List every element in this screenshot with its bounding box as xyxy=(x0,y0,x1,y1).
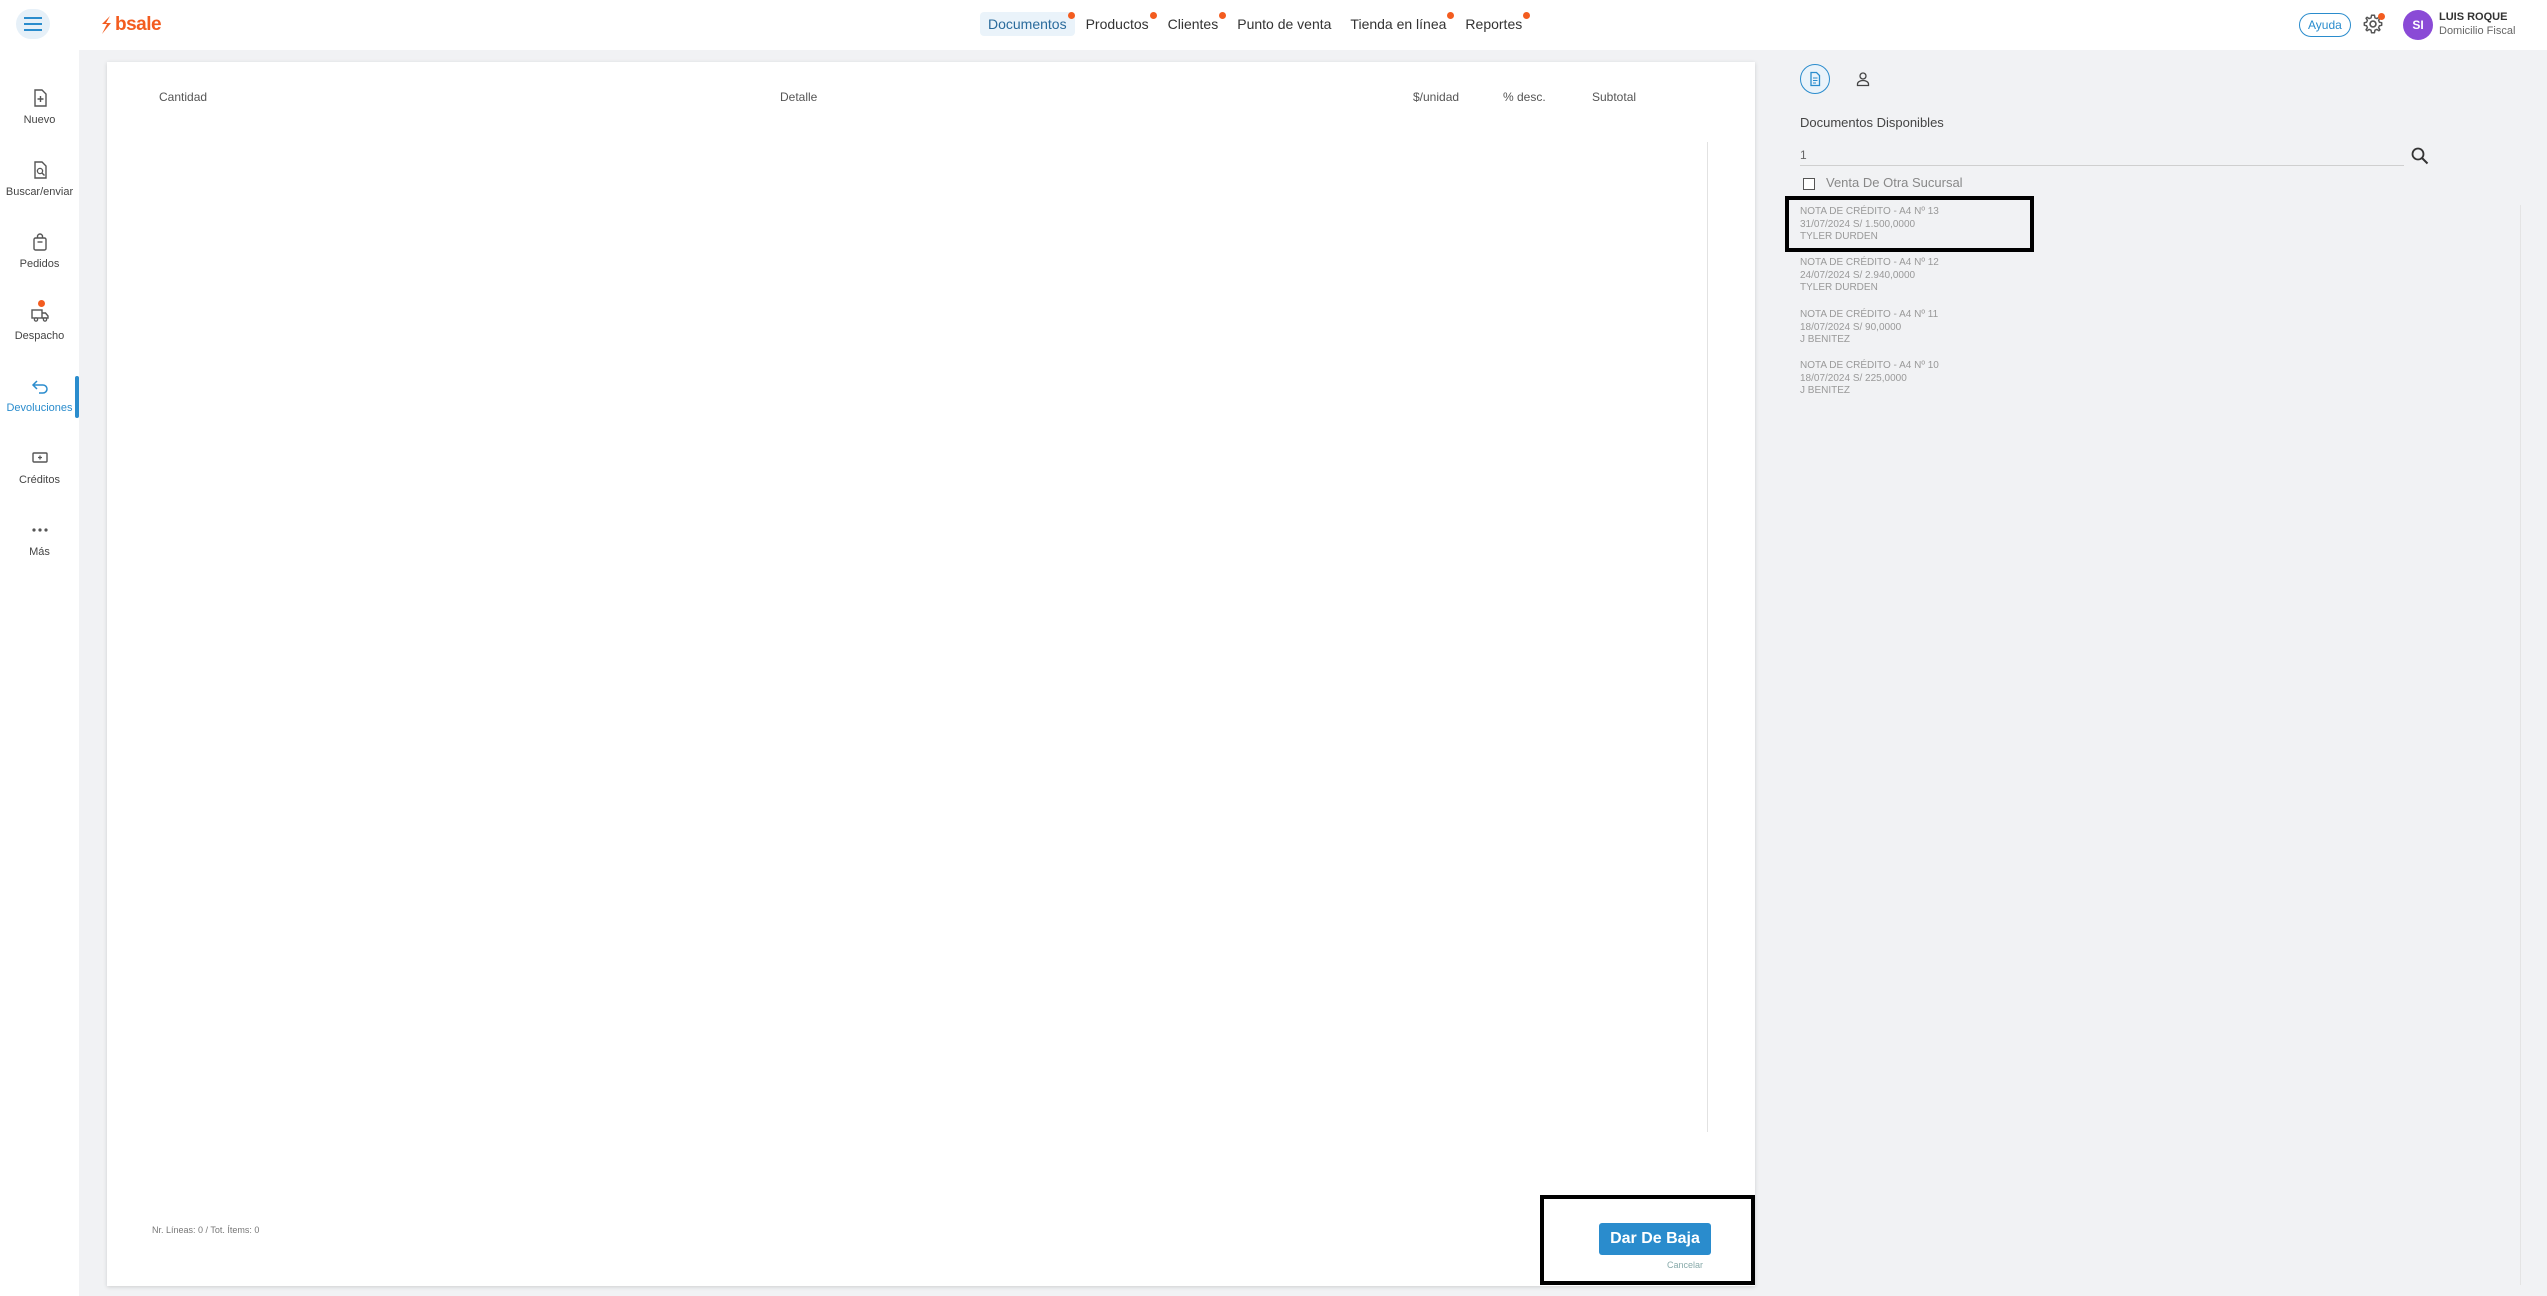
notification-dot xyxy=(2378,13,2385,20)
truck-icon xyxy=(30,309,49,322)
brand-logo[interactable]: bsale xyxy=(100,14,162,36)
sidebar-item-label: Nuevo xyxy=(23,114,56,126)
document-meta: 24/07/2024 S/ 2.940,0000 xyxy=(1800,269,1916,281)
sidebar-item-devoluciones[interactable]: Devoluciones xyxy=(0,360,79,430)
sidebar-item-creditos[interactable]: Créditos xyxy=(0,432,79,502)
document-list-scrollbar[interactable] xyxy=(2520,205,2521,1285)
document-title: NOTA DE CRÉDITO - A4 Nº 10 xyxy=(1800,360,1939,371)
notification-dot xyxy=(1523,12,1531,19)
nav-documentos[interactable]: Documentos xyxy=(980,12,1075,36)
tab-documents[interactable] xyxy=(1800,64,1830,94)
nav-productos[interactable]: Productos xyxy=(1078,12,1157,36)
help-button[interactable]: Ayuda xyxy=(2299,13,2351,37)
document-search-input[interactable] xyxy=(1800,144,2404,166)
nav-label: Documentos xyxy=(988,16,1067,32)
column-header-descuento: % desc. xyxy=(1503,90,1546,104)
sidebar-item-pedidos[interactable]: Pedidos xyxy=(0,216,79,286)
table-scrollbar[interactable] xyxy=(1707,142,1708,1132)
nav-punto-de-venta[interactable]: Punto de venta xyxy=(1229,12,1339,36)
sidebar-item-buscar-enviar[interactable]: Buscar/enviar xyxy=(0,144,79,214)
available-documents-title: Documentos Disponibles xyxy=(1800,115,1944,130)
return-arrow-icon xyxy=(31,380,48,394)
notification-dot xyxy=(1149,12,1157,19)
document-icon xyxy=(1810,71,1821,87)
sidebar-item-label: Más xyxy=(29,546,50,558)
more-dots-icon xyxy=(31,528,48,532)
other-branch-checkbox-label[interactable]: Venta De Otra Sucursal xyxy=(1826,175,1963,190)
logo-mark-icon xyxy=(102,16,111,34)
sidebar-item-mas[interactable]: Más xyxy=(0,504,79,574)
document-client: J BENITEZ xyxy=(1800,385,1851,396)
notification-dot xyxy=(1447,12,1455,19)
nav-tienda-en-linea[interactable]: Tienda en línea xyxy=(1342,12,1455,36)
column-header-precio-unidad: $/unidad xyxy=(1413,90,1460,104)
document-title: NOTA DE CRÉDITO - A4 Nº 11 xyxy=(1800,309,1939,320)
nav-label: Tienda en línea xyxy=(1350,16,1447,32)
document-client: TYLER DURDEN xyxy=(1800,231,1878,242)
notification-dot xyxy=(1219,12,1227,19)
column-header-subtotal: Subtotal xyxy=(1592,90,1637,104)
sidebar-item-nuevo[interactable]: Nuevo xyxy=(0,72,79,142)
sidebar-item-label: Despacho xyxy=(14,330,65,342)
document-list-item[interactable]: NOTA DE CRÉDITO - A4 Nº 13 31/07/2024 S/… xyxy=(1800,206,2040,244)
user-name[interactable]: LUIS ROQUE xyxy=(2439,11,2507,23)
nav-reportes[interactable]: Reportes xyxy=(1457,12,1531,36)
sidebar-item-label: Buscar/enviar xyxy=(5,186,74,198)
nav-label: Productos xyxy=(1085,16,1149,32)
cancel-link[interactable]: Cancelar xyxy=(1667,1260,1703,1270)
document-meta: 18/07/2024 S/ 90,0000 xyxy=(1800,321,1902,333)
document-list-item[interactable]: NOTA DE CRÉDITO - A4 Nº 12 24/07/2024 S/… xyxy=(1800,257,2040,295)
document-meta: 18/07/2024 S/ 225,0000 xyxy=(1800,372,1907,384)
document-client: TYLER DURDEN xyxy=(1800,282,1878,293)
column-header-detalle: Detalle xyxy=(780,90,818,104)
notification-dot xyxy=(38,300,45,307)
nav-label: Clientes xyxy=(1167,16,1219,32)
tab-client[interactable] xyxy=(1850,66,1876,92)
document-title: NOTA DE CRÉDITO - A4 Nº 13 xyxy=(1800,206,1939,217)
brand-name: bsale xyxy=(115,14,162,35)
other-branch-checkbox[interactable] xyxy=(1803,178,1815,190)
avatar[interactable]: SI xyxy=(2403,10,2433,40)
dar-de-baja-button[interactable]: Dar De Baja xyxy=(1599,1223,1711,1255)
nav-label: Reportes xyxy=(1465,16,1523,32)
user-icon xyxy=(1856,72,1870,87)
menu-button[interactable] xyxy=(16,9,50,39)
sidebar-item-despacho[interactable]: Despacho xyxy=(0,288,79,358)
sidebar-item-label: Pedidos xyxy=(19,258,60,270)
nav-label: Punto de venta xyxy=(1237,16,1332,32)
top-bar: bsale Documentos Productos Clientes Punt… xyxy=(0,0,2547,50)
document-meta: 31/07/2024 S/ 1.500,0000 xyxy=(1800,218,1916,230)
sidebar-item-label: Devoluciones xyxy=(6,402,73,414)
column-header-cantidad: Cantidad xyxy=(159,90,208,104)
notification-dot xyxy=(1067,12,1075,19)
document-list-item[interactable]: NOTA DE CRÉDITO - A4 Nº 10 18/07/2024 S/… xyxy=(1800,360,2040,398)
hamburger-icon xyxy=(24,17,42,31)
document-title: NOTA DE CRÉDITO - A4 Nº 12 xyxy=(1800,257,1939,268)
line-item-counts: Nr. Líneas: 0 / Tot. Ítems: 0 xyxy=(152,1225,260,1235)
sidebar: Nuevo Buscar/enviar Pedidos Despacho Dev… xyxy=(0,50,79,1296)
nav-clientes[interactable]: Clientes xyxy=(1160,12,1227,36)
file-search-icon xyxy=(33,161,47,179)
main-nav: Documentos Productos Clientes Punto de v… xyxy=(980,12,1533,36)
bag-icon xyxy=(32,233,47,251)
sidebar-item-label: Créditos xyxy=(19,474,60,486)
file-plus-icon xyxy=(33,89,47,107)
document-list-item[interactable]: NOTA DE CRÉDITO - A4 Nº 11 18/07/2024 S/… xyxy=(1800,309,2040,347)
document-client: J BENITEZ xyxy=(1800,334,1851,345)
search-icon[interactable] xyxy=(2410,146,2430,166)
credit-icon xyxy=(31,452,48,463)
document-panel: Cantidad Detalle $/unidad % desc. Subtot… xyxy=(107,62,1755,1286)
user-branch[interactable]: Domicilio Fiscal xyxy=(2439,25,2515,37)
